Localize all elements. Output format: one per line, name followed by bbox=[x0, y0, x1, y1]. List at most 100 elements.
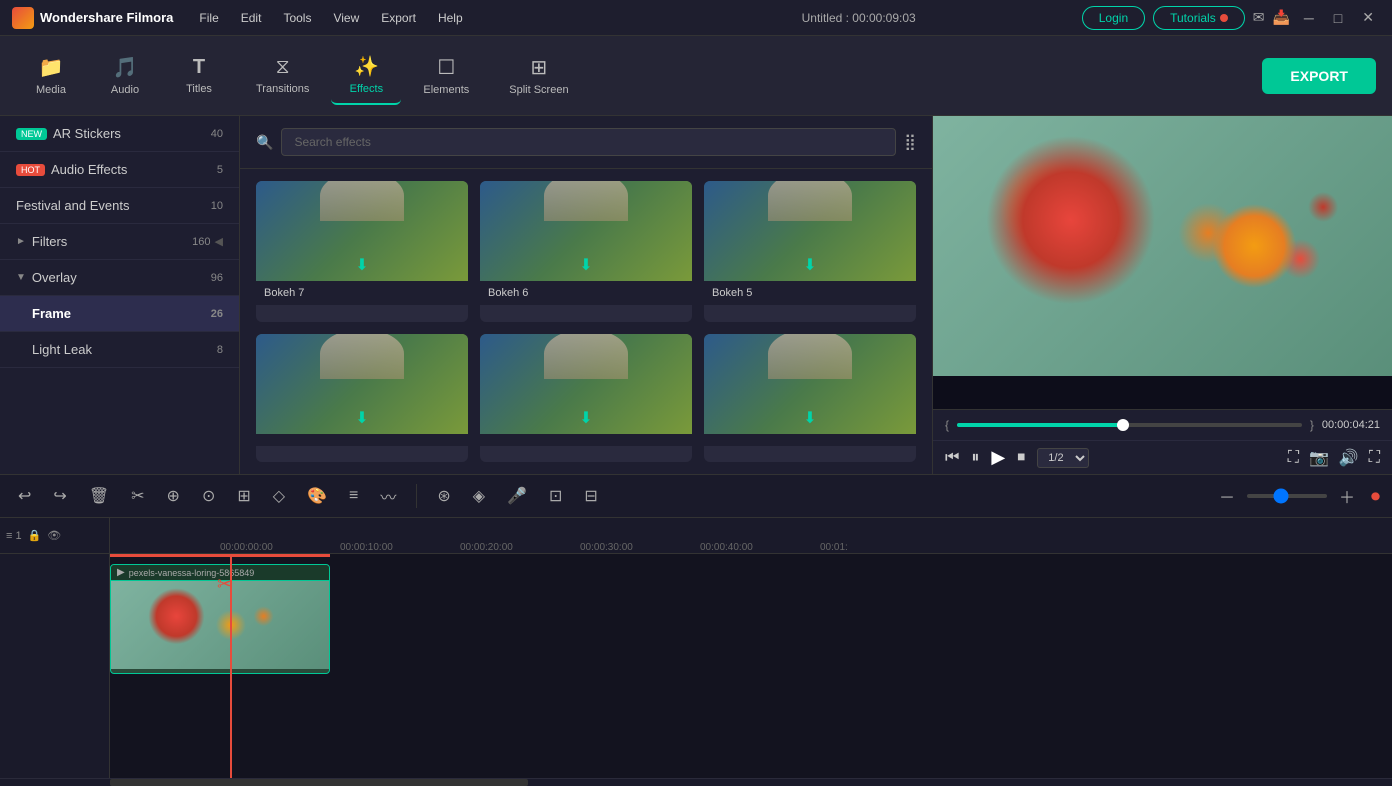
sidebar-item-audio-effects[interactable]: HOT Audio Effects 5 bbox=[0, 152, 239, 188]
menu-view[interactable]: View bbox=[323, 7, 369, 29]
notifications-icon[interactable]: ✉ bbox=[1253, 9, 1265, 26]
toolbar-titles[interactable]: T Titles bbox=[164, 48, 234, 103]
audio-edit-icon[interactable]: ≡ bbox=[343, 483, 364, 509]
minimize-button[interactable]: ─ bbox=[1298, 10, 1320, 26]
media-label: Media bbox=[36, 84, 66, 96]
updates-icon[interactable]: 📥 bbox=[1272, 9, 1289, 26]
playhead-scissors: ✂ bbox=[217, 574, 232, 595]
effect-label-bokeh5: Bokeh 5 bbox=[704, 281, 916, 305]
app-name: Wondershare Filmora bbox=[40, 10, 173, 25]
frame-back-button[interactable]: ⏸ bbox=[971, 449, 979, 467]
toolbar-transitions[interactable]: ⧖ Transitions bbox=[238, 48, 327, 103]
timeline-tracks-label bbox=[0, 554, 110, 778]
toolbar-media[interactable]: 📁 Media bbox=[16, 47, 86, 104]
effect-label-5 bbox=[480, 434, 692, 446]
effect-card-bokeh6[interactable]: ⬇ Bokeh 6 bbox=[480, 181, 692, 322]
search-input[interactable] bbox=[281, 128, 896, 156]
export-button[interactable]: EXPORT bbox=[1262, 58, 1376, 94]
main-content: NEW AR Stickers 40 HOT Audio Effects 5 F… bbox=[0, 116, 1392, 474]
sidebar-item-overlay[interactable]: ▼ Overlay 96 bbox=[0, 260, 239, 296]
sidebar-item-light-leak[interactable]: Light Leak 8 bbox=[0, 332, 239, 368]
motion-track-icon[interactable]: ⊛ bbox=[431, 482, 456, 510]
color-icon[interactable]: 🎨 bbox=[301, 482, 333, 510]
cut-icon[interactable]: ✂ bbox=[125, 482, 150, 510]
download-6-icon: ⬇ bbox=[803, 408, 816, 428]
toolbar-split-screen[interactable]: ⊞ Split Screen bbox=[491, 47, 586, 104]
timeline-content[interactable]: ▼ ✂ ▶ pexels-vanessa-loring-5865849 bbox=[110, 554, 1392, 778]
progress-thumb bbox=[1117, 419, 1129, 431]
app-logo: Wondershare Filmora bbox=[12, 7, 173, 29]
delete-icon[interactable]: 🗑 bbox=[83, 482, 115, 510]
menu-help[interactable]: Help bbox=[428, 7, 473, 29]
toolbar-separator bbox=[416, 484, 417, 508]
clip-name: pexels-vanessa-loring-5865849 bbox=[129, 568, 255, 578]
undo-icon[interactable]: ↩ bbox=[12, 482, 37, 510]
record-button[interactable]: ⏺ bbox=[1371, 486, 1380, 507]
playhead-marker: ▼ bbox=[223, 554, 239, 564]
close-button[interactable]: ✕ bbox=[1356, 9, 1380, 26]
effect-card-4[interactable]: ⬇ bbox=[256, 334, 468, 463]
crop-icon[interactable]: ⊕ bbox=[161, 482, 186, 510]
frame-count: 26 bbox=[211, 308, 223, 320]
volume-icon[interactable]: 🔊 bbox=[1339, 448, 1359, 468]
expand-icon[interactable]: ⛶ bbox=[1369, 449, 1380, 467]
ai-icon[interactable]: ◈ bbox=[467, 482, 491, 510]
new-badge: NEW bbox=[16, 128, 47, 140]
audio-icon: 🎵 bbox=[113, 55, 138, 80]
zoom-slider[interactable] bbox=[1247, 494, 1327, 498]
rotation-icon[interactable]: ⊙ bbox=[196, 482, 221, 510]
tutorials-button[interactable]: Tutorials bbox=[1153, 6, 1245, 30]
redo-icon[interactable]: ↪ bbox=[47, 482, 72, 510]
project-title: Untitled : 00:00:09:03 bbox=[636, 11, 1082, 25]
restore-button[interactable]: □ bbox=[1328, 10, 1348, 26]
audio-effects-count: 5 bbox=[217, 164, 223, 176]
effect-card-6[interactable]: ⬇ bbox=[704, 334, 916, 463]
sidebar-item-festival-events[interactable]: Festival and Events 10 bbox=[0, 188, 239, 224]
grid-layout-icon[interactable]: ⣿ bbox=[904, 132, 916, 152]
visibility-icon[interactable]: 👁 bbox=[47, 529, 61, 542]
play-icon-small: ▶ bbox=[117, 567, 125, 578]
fullscreen-icon[interactable]: ⛶ bbox=[1288, 449, 1299, 467]
toolbar-elements[interactable]: ☐ Elements bbox=[405, 47, 487, 104]
time-0: 00:00:00:00 bbox=[220, 542, 340, 553]
effect-card-5[interactable]: ⬇ bbox=[480, 334, 692, 463]
effects-sidebar: NEW AR Stickers 40 HOT Audio Effects 5 F… bbox=[0, 116, 240, 474]
sidebar-item-filters[interactable]: ► Filters 160 ◀ bbox=[0, 224, 239, 260]
titles-icon: T bbox=[193, 56, 205, 79]
play-button[interactable]: ▶ bbox=[991, 447, 1005, 468]
preview-video bbox=[933, 116, 1392, 409]
transitions-icon: ⧖ bbox=[276, 56, 290, 79]
menu-file[interactable]: File bbox=[189, 7, 228, 29]
zoom-in-icon[interactable]: ＋ bbox=[1333, 480, 1361, 512]
detach-icon[interactable]: ⊡ bbox=[543, 482, 568, 510]
effect-thumb-bokeh7: ⬇ bbox=[256, 181, 468, 281]
replace-icon[interactable]: ⊟ bbox=[578, 482, 603, 510]
effect-card-bokeh7[interactable]: ⬇ Bokeh 7 bbox=[256, 181, 468, 322]
stop-button[interactable]: ⏹ bbox=[1017, 449, 1025, 467]
mask-icon[interactable]: ◇ bbox=[267, 482, 291, 510]
effect-card-bokeh5[interactable]: ⬇ Bokeh 5 bbox=[704, 181, 916, 322]
transitions-label: Transitions bbox=[256, 83, 309, 95]
media-icon: 📁 bbox=[39, 55, 64, 80]
quality-selector[interactable]: 1/2 1/4 Full bbox=[1037, 448, 1089, 468]
mic-icon[interactable]: 🎤 bbox=[501, 482, 533, 510]
speed-icon[interactable]: 〰 bbox=[374, 480, 402, 512]
screenshot-icon[interactable]: 📷 bbox=[1309, 448, 1329, 468]
festival-events-label: Festival and Events bbox=[16, 198, 205, 213]
lock-icon[interactable]: 🔒 bbox=[28, 529, 42, 542]
progress-bar[interactable] bbox=[957, 423, 1302, 427]
menu-edit[interactable]: Edit bbox=[231, 7, 272, 29]
login-button[interactable]: Login bbox=[1082, 6, 1145, 30]
toolbar-audio[interactable]: 🎵 Audio bbox=[90, 47, 160, 104]
sidebar-item-frame[interactable]: Frame 26 bbox=[0, 296, 239, 332]
menu-tools[interactable]: Tools bbox=[273, 7, 321, 29]
step-back-button[interactable]: ⏮ bbox=[945, 449, 959, 467]
menu-export[interactable]: Export bbox=[371, 7, 426, 29]
sidebar-item-ar-stickers[interactable]: NEW AR Stickers 40 bbox=[0, 116, 239, 152]
layout-icon[interactable]: ⊞ bbox=[231, 482, 256, 510]
zoom-out-icon[interactable]: － bbox=[1213, 480, 1241, 512]
timeline-scrollbar-thumb[interactable] bbox=[110, 779, 528, 786]
toolbar-effects[interactable]: ✨ Effects bbox=[331, 46, 401, 105]
timeline-scrollbar[interactable] bbox=[0, 778, 1392, 786]
download-5-icon: ⬇ bbox=[579, 408, 592, 428]
